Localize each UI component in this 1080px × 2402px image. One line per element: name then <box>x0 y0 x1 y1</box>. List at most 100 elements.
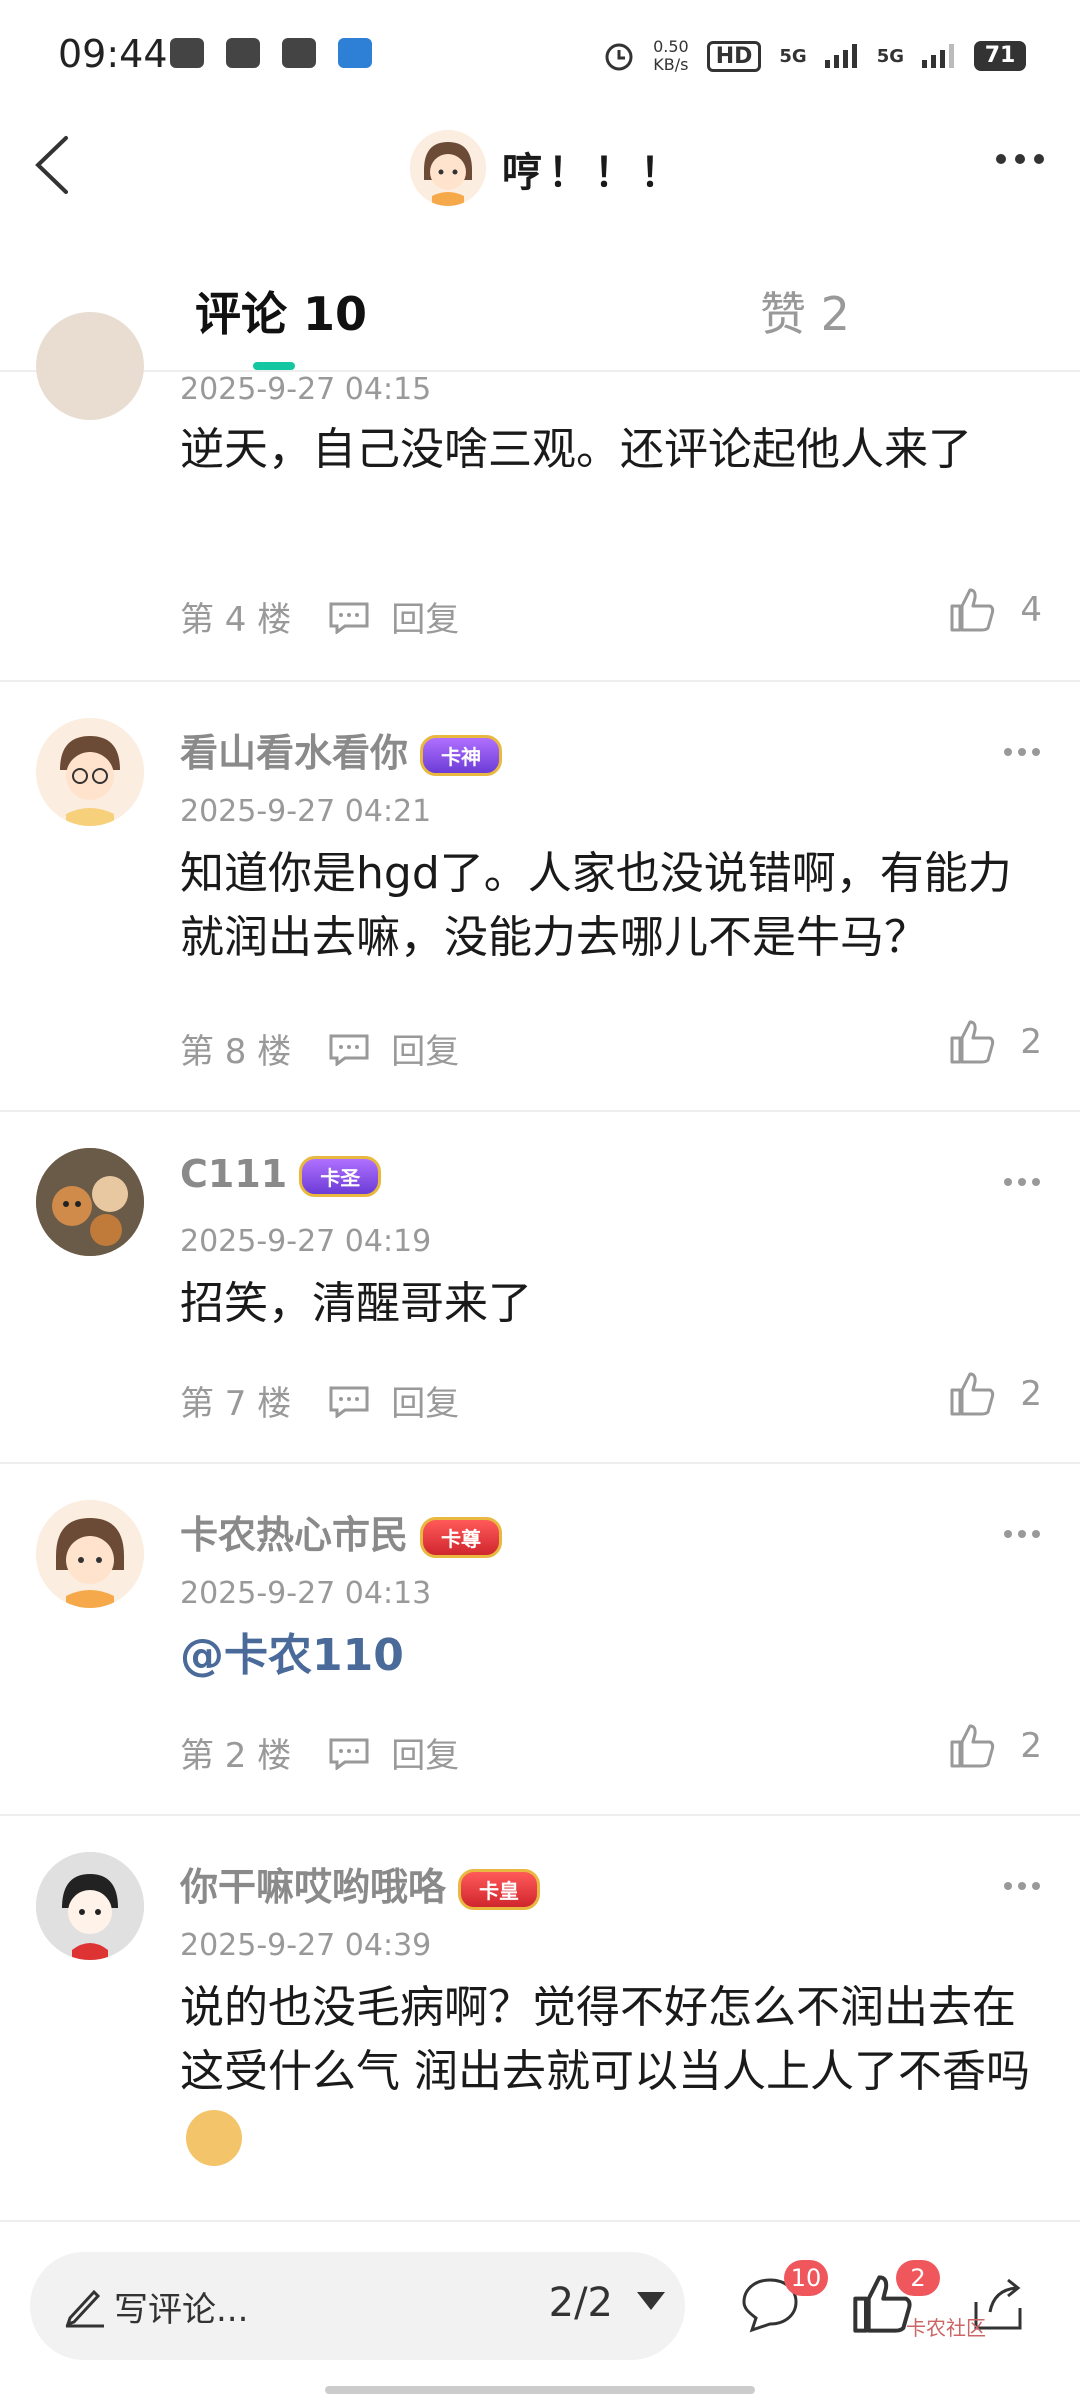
comment-meta: 第 4 楼 回复 <box>180 592 459 641</box>
like-button[interactable]: 2 <box>948 1722 1042 1770</box>
reply-label: 回复 <box>391 1032 460 1072</box>
comment-author[interactable]: C111 卡圣 <box>180 1152 382 1197</box>
floor-number: 第 4 楼 <box>180 600 292 640</box>
like-post-button[interactable]: 2 <box>850 2222 940 2382</box>
reply-button[interactable]: 回复 <box>327 592 459 641</box>
status-bar: 09:44 0.50 KB/s HD 5G 5G 71 <box>0 0 1080 110</box>
comment-author[interactable]: 你干嘛哎哟哦咯 卡皇 <box>180 1856 541 1911</box>
divider <box>0 1814 1080 1816</box>
dot <box>1004 1882 1012 1890</box>
page-indicator[interactable]: 2/2 <box>549 2280 613 2326</box>
dot <box>1032 1178 1040 1186</box>
author-name: 看山看水看你 <box>180 731 409 775</box>
reply-icon <box>329 1386 369 1418</box>
home-indicator[interactable] <box>325 2386 755 2394</box>
avatar-girl-icon <box>36 1500 144 1608</box>
comment-date: 2025-9-27 04:39 <box>180 1928 432 1963</box>
like-count: 2 <box>1020 1726 1042 1766</box>
author-name: 卡农热心市民 <box>180 1513 409 1557</box>
signal-bars-icon <box>824 44 857 68</box>
tab-likes[interactable]: 赞 2 <box>760 278 850 344</box>
wechat-icon <box>226 38 260 68</box>
dot <box>1018 748 1026 756</box>
avatar[interactable] <box>36 1852 144 1960</box>
avatar[interactable] <box>36 312 144 420</box>
watermark-text: 卡农社区 <box>906 2316 986 2340</box>
comment-text: 知道你是hgd了。人家也没说错啊，有能力就润出去嘛，没能力去哪儿不是牛马？ <box>180 848 1012 963</box>
comment-more-button[interactable] <box>1004 1178 1040 1186</box>
dot <box>1032 748 1040 756</box>
comments-button[interactable]: 10 <box>738 2222 828 2382</box>
comment-meta: 第 2 楼 回复 <box>180 1728 459 1777</box>
avatar-boy-icon <box>36 718 144 826</box>
more-options-button[interactable] <box>996 154 1044 164</box>
divider <box>0 1110 1080 1112</box>
comment-more-button[interactable] <box>1004 1530 1040 1538</box>
doge-emoji-icon <box>186 2110 242 2166</box>
dot <box>1032 1530 1040 1538</box>
net-speed-value: 0.50 <box>653 37 689 56</box>
dot <box>1018 1882 1026 1890</box>
thumbs-up-icon <box>950 1724 995 1768</box>
comment-author[interactable]: 看山看水看你 卡神 <box>180 722 503 777</box>
notification-icons <box>170 38 372 68</box>
signal-5g-2: 5G <box>876 45 904 67</box>
comment-date: 2025-9-27 04:19 <box>180 1224 432 1259</box>
avatar[interactable] <box>410 130 486 206</box>
comment-author[interactable]: 卡农热心市民 卡尊 <box>180 1504 503 1559</box>
avatar[interactable] <box>36 1500 144 1608</box>
tab-comments[interactable]: 评论 10 <box>195 278 367 344</box>
like-button[interactable]: 4 <box>948 586 1042 634</box>
signal-bars-icon-2 <box>922 44 954 68</box>
tab-bar: 评论 10 赞 2 <box>0 250 1080 372</box>
thumbs-up-icon <box>950 1020 995 1064</box>
reply-button[interactable]: 回复 <box>327 1728 459 1777</box>
author-name: C111 <box>180 1152 288 1196</box>
comment-more-button[interactable] <box>1004 1882 1040 1890</box>
tab-indicator <box>253 362 295 370</box>
more-dot <box>1034 154 1044 164</box>
like-count: 2 <box>1020 1374 1042 1414</box>
dot <box>1018 1530 1026 1538</box>
rank-badge: 卡尊 <box>420 1517 503 1558</box>
comment-text[interactable]: @卡农110 <box>180 1624 1050 1688</box>
comment-meta: 第 8 楼 回复 <box>180 1024 459 1073</box>
page-title: 哼！！！ <box>502 150 686 196</box>
net-speed-unit: KB/s <box>653 55 689 74</box>
dot <box>1004 1530 1012 1538</box>
comment-date: 2025-9-27 04:15 <box>180 372 432 407</box>
comment-date: 2025-9-27 04:21 <box>180 794 432 829</box>
comment-date: 2025-9-27 04:13 <box>180 1576 432 1611</box>
like-button[interactable]: 2 <box>948 1370 1042 1418</box>
comment-text-body: 说的也没毛病啊？觉得不好怎么不润出去在这受什么气 润出去就可以当人上人了不香吗 <box>180 1982 1030 2097</box>
avatar[interactable] <box>36 1148 144 1256</box>
avatar-cartoon-icon <box>36 1852 144 1960</box>
like-button[interactable]: 2 <box>948 1018 1042 1066</box>
carrier-icon <box>338 38 372 68</box>
calendar-icon <box>282 38 316 68</box>
status-right: 0.50 KB/s HD 5G 5G 71 <box>603 38 1026 74</box>
avatar-girl-icon <box>410 130 486 206</box>
back-button[interactable] <box>26 130 86 200</box>
comment-input-placeholder: 写评论... <box>114 2290 249 2330</box>
dot <box>1032 1882 1040 1890</box>
comment-text: 逆天，自己没啥三观。还评论起他人来了 <box>180 424 972 475</box>
reply-label: 回复 <box>391 1736 460 1776</box>
bottom-bar: 写评论... 2/2 10 2 卡农社区 <box>0 2220 1080 2402</box>
comment-more-button[interactable] <box>1004 748 1040 756</box>
header: 哼！！！ <box>0 110 1080 225</box>
comment-input[interactable]: 写评论... 2/2 <box>30 2252 685 2360</box>
reply-button[interactable]: 回复 <box>327 1024 459 1073</box>
comment-text: 招笑，清醒哥来了 <box>180 1278 532 1329</box>
reply-label: 回复 <box>391 1384 460 1424</box>
thumbs-up-icon <box>950 1372 995 1416</box>
like-count-badge: 2 <box>896 2260 940 2296</box>
avatar[interactable] <box>36 718 144 826</box>
reply-button[interactable]: 回复 <box>327 1376 459 1425</box>
net-speed: 0.50 KB/s <box>653 38 689 74</box>
divider <box>0 1462 1080 1464</box>
page-dropdown-icon[interactable] <box>637 2292 665 2310</box>
thumbs-up-icon <box>950 588 995 632</box>
more-dot <box>1015 154 1025 164</box>
watermark: 卡农社区 <box>906 2312 986 2341</box>
